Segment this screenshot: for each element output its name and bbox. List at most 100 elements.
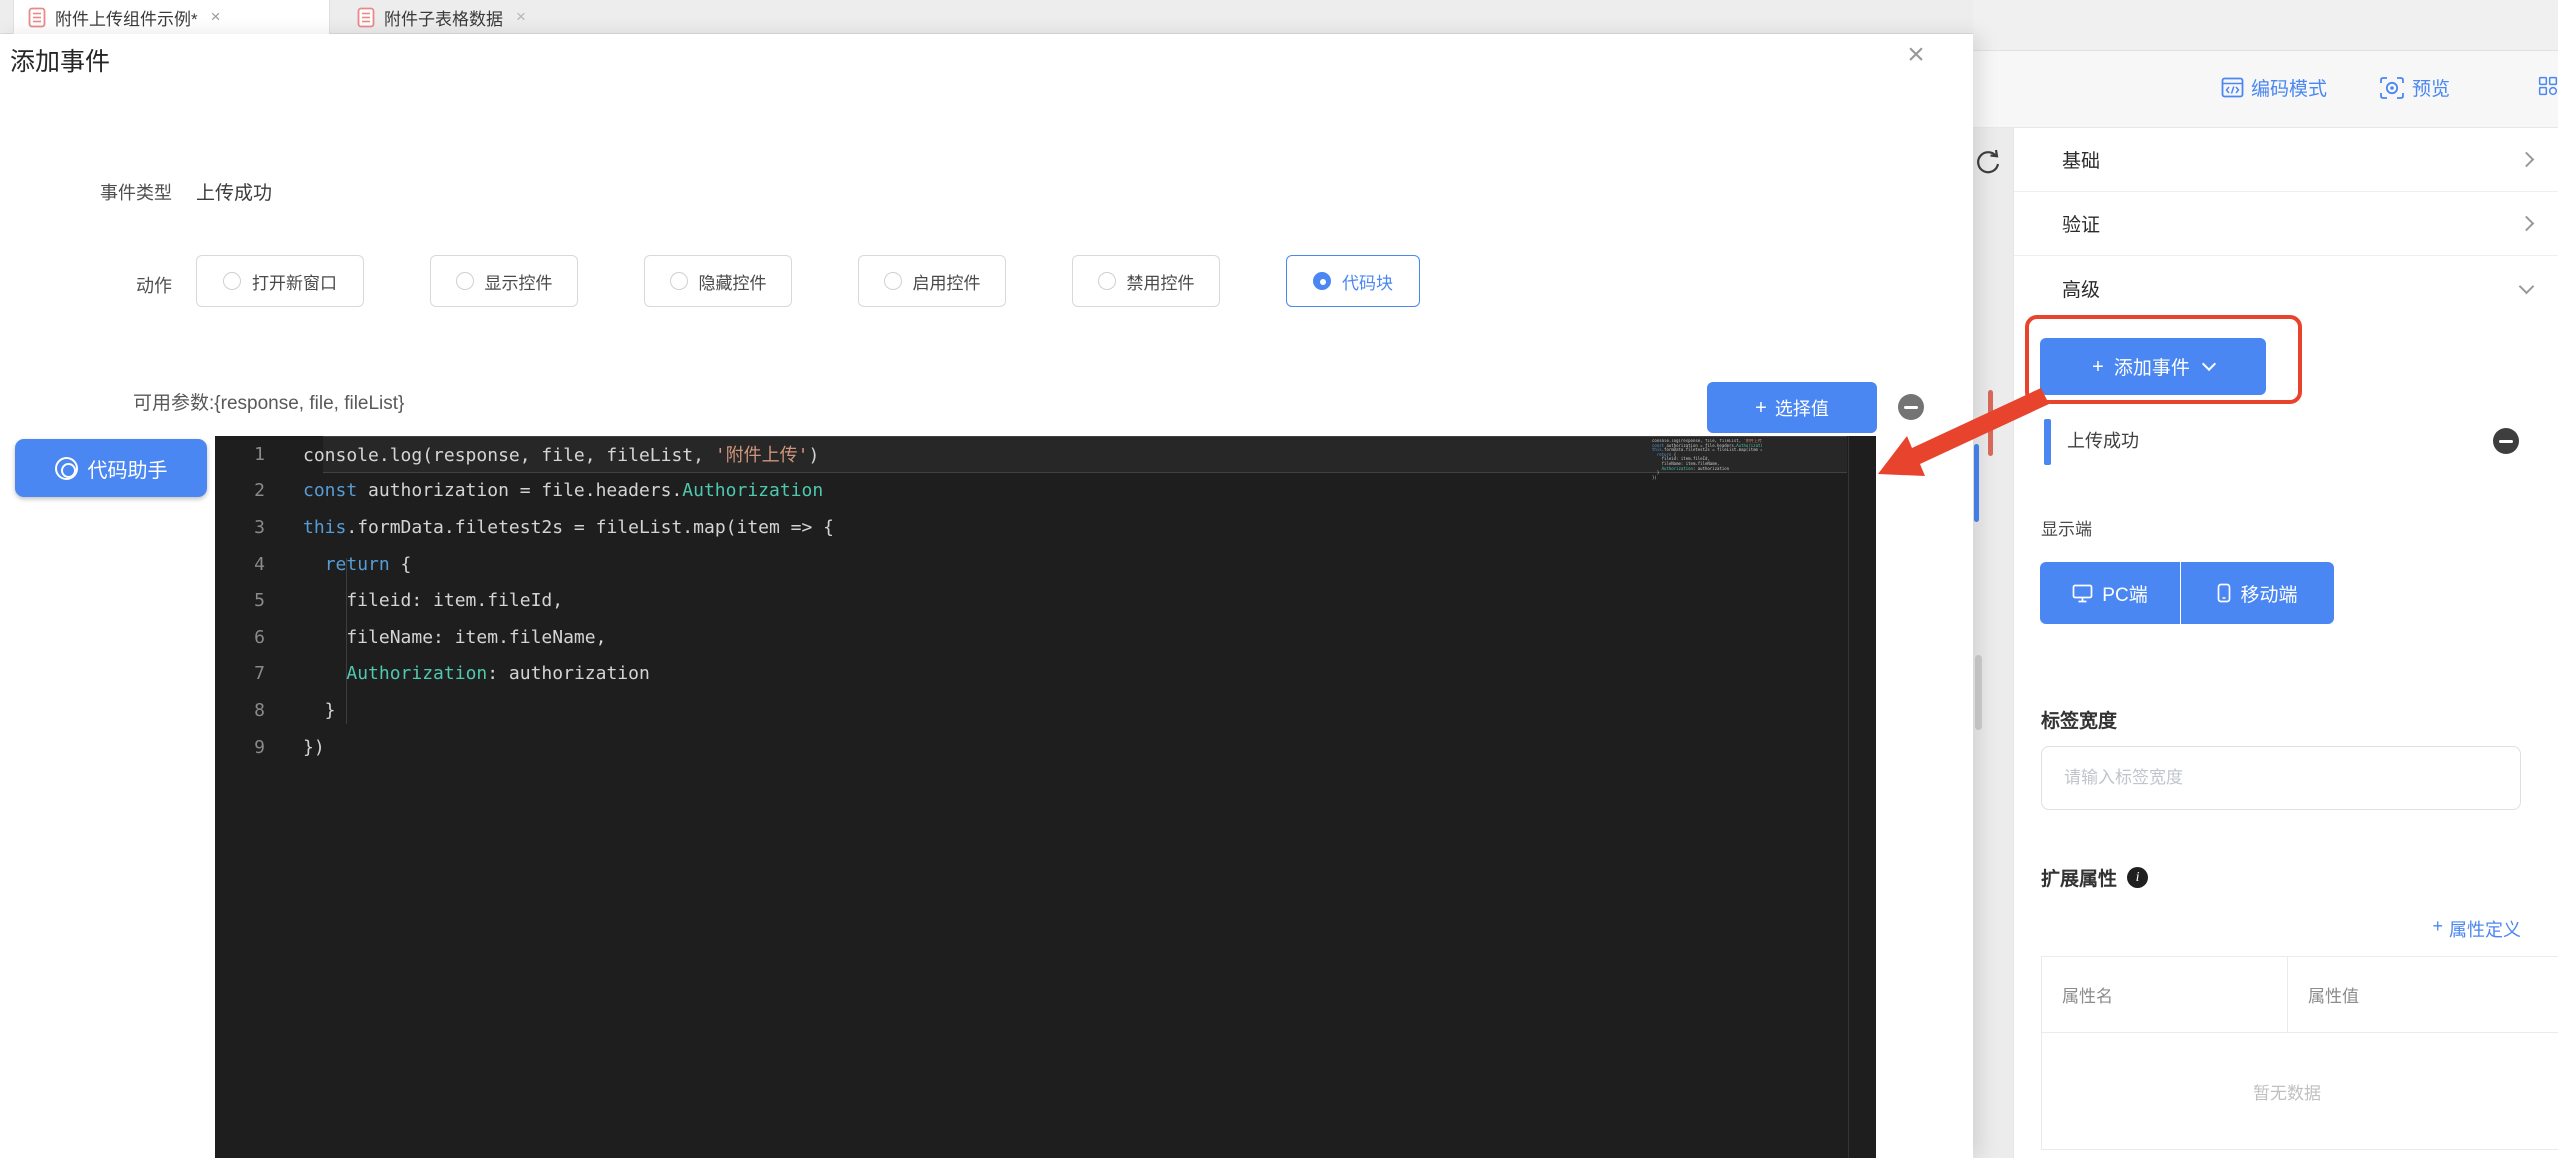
add-event-button[interactable]: + 添加事件	[2040, 338, 2266, 395]
remove-code-block-button[interactable]	[1898, 394, 1924, 420]
extended-attrs-header: 扩展属性 i	[2041, 864, 2148, 891]
tab-attachment-upload-demo[interactable]: 附件上传组件示例* ×	[13, 0, 330, 34]
action-option[interactable]: 显示控件	[430, 255, 578, 307]
code-line[interactable]: 3this.formData.filetest2s = fileList.map…	[215, 509, 1876, 546]
line-number: 2	[215, 480, 287, 501]
action-option-label: 启用控件	[913, 269, 981, 294]
line-number: 3	[215, 517, 287, 538]
coding-mode-button[interactable]: 编码模式	[2221, 74, 2327, 101]
code-line[interactable]: 8 }	[215, 692, 1876, 729]
mobile-segment-button[interactable]: 移动端	[2181, 562, 2334, 624]
tab-attachment-subtable-data[interactable]: 附件子表格数据 ×	[343, 0, 587, 34]
column-header-attr-value: 属性值	[2287, 957, 2558, 1032]
canvas-scrollbar[interactable]	[1975, 655, 1982, 730]
monitor-icon	[2072, 584, 2093, 603]
document-icon	[357, 7, 375, 28]
top-right-strip	[1973, 0, 2558, 51]
chevron-right-icon	[2519, 216, 2535, 232]
code-text: }	[287, 700, 336, 721]
minimap-divider	[1848, 436, 1849, 1158]
table-empty-state: 暂无数据	[2042, 1033, 2532, 1150]
section-advanced[interactable]: 高级	[2014, 256, 2558, 320]
radio-icon	[670, 272, 688, 290]
action-option-label: 打开新窗口	[252, 269, 337, 294]
chevron-right-icon	[2519, 152, 2535, 168]
radio-icon	[1313, 272, 1331, 290]
code-assistant-button[interactable]: 代码助手	[15, 439, 207, 497]
pc-segment-button[interactable]: PC端	[2040, 562, 2180, 624]
event-type-value: 上传成功	[196, 178, 272, 205]
properties-panel: 基础 验证 高级 + 添加事件 上传成功 显示端	[2013, 128, 2558, 1158]
preview-label: 预览	[2412, 74, 2450, 101]
tab-label: 附件子表格数据	[384, 5, 503, 30]
action-option[interactable]: 禁用控件	[1072, 255, 1220, 307]
code-text: this.formData.filetest2s = fileList.map(…	[287, 517, 834, 538]
mobile-segment-label: 移动端	[2240, 580, 2297, 607]
action-option[interactable]: 隐藏控件	[644, 255, 792, 307]
section-validation[interactable]: 验证	[2014, 192, 2558, 256]
line-number: 9	[215, 737, 287, 758]
phone-icon	[2217, 583, 2231, 603]
action-option[interactable]: 代码块	[1286, 255, 1420, 307]
editor-minimap[interactable]: console.log(response, file, fileList, '附…	[1652, 439, 1762, 480]
plus-icon: +	[2432, 916, 2443, 942]
redo-icon[interactable]	[1975, 148, 2003, 178]
tab-close-icon[interactable]: ×	[516, 7, 526, 27]
tab-close-icon[interactable]: ×	[211, 7, 221, 27]
line-number: 5	[215, 590, 287, 611]
tab-label: 附件上传组件示例*	[55, 5, 198, 30]
add-event-label: 添加事件	[2114, 353, 2190, 380]
section-label: 高级	[2062, 275, 2100, 302]
label-width-title: 标签宽度	[2041, 706, 2117, 733]
line-number: 6	[215, 627, 287, 648]
code-text: const authorization = file.headers.Autho…	[287, 480, 823, 501]
code-line[interactable]: 5 fileid: item.fileId,	[215, 582, 1876, 619]
code-text: fileid: item.fileId,	[287, 590, 563, 611]
info-icon: i	[2127, 867, 2148, 888]
radio-icon	[1098, 272, 1116, 290]
radio-icon	[884, 272, 902, 290]
action-label: 动作	[52, 272, 172, 298]
line-number: 4	[215, 554, 287, 575]
attr-define-link[interactable]: + 属性定义	[2014, 916, 2521, 942]
remove-event-button[interactable]	[2493, 428, 2519, 454]
action-option[interactable]: 启用控件	[858, 255, 1006, 307]
event-item-upload-success: 上传成功	[2067, 427, 2139, 453]
modal-title: 添加事件	[10, 42, 110, 78]
toolbar-band: 编码模式 预览	[1973, 51, 2558, 128]
component-library-button[interactable]	[2538, 74, 2558, 98]
label-width-input[interactable]	[2041, 746, 2521, 810]
select-value-label: 选择值	[1775, 395, 1829, 421]
action-option-label: 显示控件	[485, 269, 553, 294]
display-target-label: 显示端	[2041, 515, 2092, 540]
add-event-modal: 添加事件 × 事件类型 上传成功 动作 打开新窗口显示控件隐藏控件启用控件禁用控…	[0, 34, 1973, 1158]
code-line[interactable]: 2const authorization = file.headers.Auth…	[215, 473, 1876, 510]
preview-eye-icon	[2379, 76, 2405, 100]
code-line[interactable]: 1console.log(response, file, fileList, '…	[215, 436, 1876, 473]
chevron-down-icon	[2202, 357, 2216, 371]
code-line[interactable]: 9})	[215, 729, 1876, 766]
select-value-button[interactable]: + 选择值	[1707, 382, 1877, 433]
section-basic[interactable]: 基础	[2014, 128, 2558, 192]
code-line[interactable]: 7 Authorization: authorization	[215, 656, 1876, 693]
line-number: 7	[215, 663, 287, 684]
code-assistant-label: 代码助手	[88, 454, 168, 483]
action-option[interactable]: 打开新窗口	[196, 255, 364, 307]
chevron-down-icon	[2519, 278, 2535, 294]
code-line[interactable]: 6 fileName: item.fileName,	[215, 619, 1876, 656]
document-icon	[28, 7, 46, 28]
attr-define-label: 属性定义	[2449, 916, 2521, 942]
column-header-attr-name: 属性名	[2042, 957, 2287, 1032]
action-option-label: 代码块	[1342, 269, 1393, 294]
plus-icon: +	[1755, 398, 1767, 418]
available-params-text: 可用参数:{response, file, fileList}	[133, 388, 404, 415]
preview-button[interactable]: 预览	[2379, 74, 2450, 101]
extended-attrs-table: 属性名 属性值 暂无数据	[2041, 956, 2558, 1150]
display-target-switch: PC端 移动端	[2040, 562, 2334, 624]
canvas-highlight-fragment-blue	[1974, 444, 1979, 522]
modal-close-button[interactable]: ×	[1896, 36, 1936, 76]
action-radio-group: 打开新窗口 显示控件 隐藏控件 启用控件 禁用控件 代码块	[196, 255, 1420, 307]
code-editor[interactable]: 1console.log(response, file, fileList, '…	[215, 436, 1876, 1158]
line-number: 8	[215, 700, 287, 721]
code-line[interactable]: 4 return {	[215, 546, 1876, 583]
